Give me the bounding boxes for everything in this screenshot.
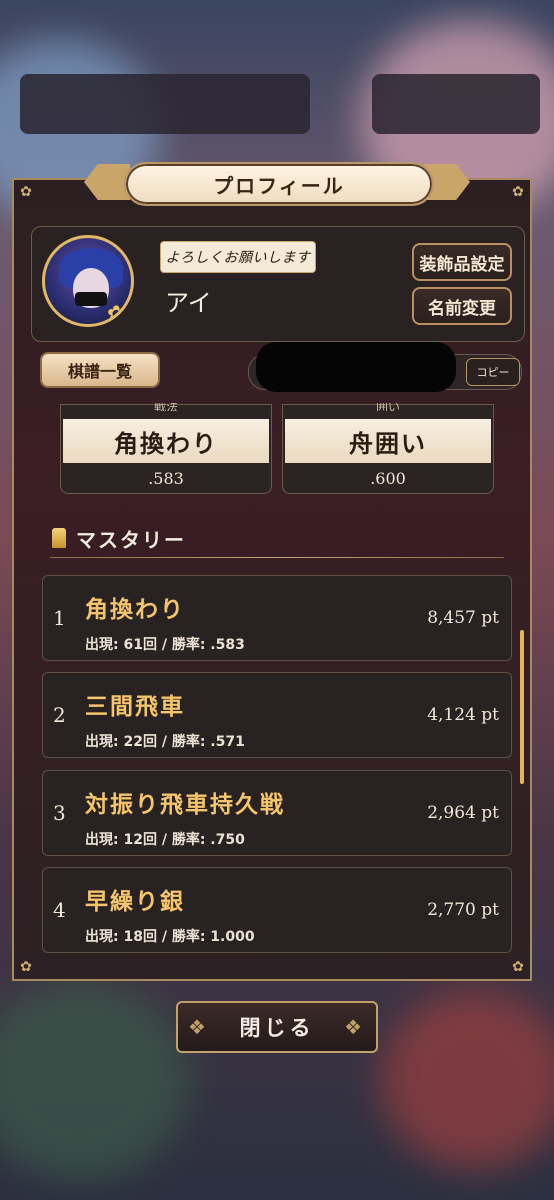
mastery-row[interactable]: 3 対振り飛車持久戦 出現: 12回 / 勝率: .750 2,964 pt xyxy=(42,770,512,856)
stat-label: 囲い xyxy=(375,403,400,411)
rename-button[interactable]: 名前変更 xyxy=(412,287,512,325)
mastery-points: 2,964 pt xyxy=(427,803,499,823)
mastery-points: 2,770 pt xyxy=(427,900,499,920)
divider xyxy=(50,557,504,558)
stat-castle: 囲い 舟囲い .600 xyxy=(282,403,494,494)
mastery-stats: 出現: 61回 / 勝率: .583 xyxy=(85,637,245,653)
ornament-icon: ❖ xyxy=(344,1015,366,1039)
player-name: アイ xyxy=(165,289,212,317)
mastery-name: 角換わり xyxy=(85,597,185,623)
mastery-medal-icon xyxy=(52,528,66,548)
top-profile-bar xyxy=(20,74,310,134)
decoration-settings-button[interactable]: 装飾品設定 xyxy=(412,243,512,281)
mastery-row[interactable]: 2 三間飛車 出現: 22回 / 勝率: .571 4,124 pt xyxy=(42,672,512,758)
motto-plate[interactable]: よろしくお願いします xyxy=(160,241,316,273)
mastery-stats: 出現: 18回 / 勝率: 1.000 xyxy=(85,929,255,945)
mastery-points: 4,124 pt xyxy=(427,705,499,725)
redacted-player-id xyxy=(256,342,456,392)
avatar[interactable]: ✿ xyxy=(42,235,134,327)
avatar-mask xyxy=(75,292,107,306)
stat-rate: .600 xyxy=(370,469,406,488)
stat-strategy: 戦法 角換わり .583 xyxy=(60,403,272,494)
mastery-name: 早繰り銀 xyxy=(85,889,185,915)
flower-ornament-icon: ✿ xyxy=(512,184,524,200)
copy-button[interactable]: コピー xyxy=(466,358,520,386)
stat-label: 戦法 xyxy=(153,403,178,411)
mastery-row[interactable]: 1 角換わり 出現: 61回 / 勝率: .583 8,457 pt xyxy=(42,575,512,661)
close-button[interactable]: ❖ 閉じる ❖ xyxy=(176,1001,378,1053)
close-button-label: 閉じる xyxy=(239,1016,315,1040)
stat-name: 舟囲い xyxy=(285,419,491,463)
stat-rate: .583 xyxy=(148,469,184,488)
kifu-list-button[interactable]: 棋譜一覧 xyxy=(40,352,160,388)
mastery-rank: 4 xyxy=(53,898,66,922)
ornament-icon: ❖ xyxy=(188,1015,210,1039)
mastery-stats: 出現: 22回 / 勝率: .571 xyxy=(85,734,245,750)
dialog-title: プロフィール xyxy=(124,162,434,206)
mastery-rank: 1 xyxy=(53,606,66,630)
mastery-stats: 出現: 12回 / 勝率: .750 xyxy=(85,832,245,848)
title-ribbon: プロフィール xyxy=(84,160,470,206)
mastery-points: 8,457 pt xyxy=(427,608,499,628)
mastery-name: 三間飛車 xyxy=(85,694,185,720)
scrollbar[interactable] xyxy=(520,630,524,784)
mastery-row[interactable]: 4 早繰り銀 出現: 18回 / 勝率: 1.000 2,770 pt xyxy=(42,867,512,953)
mastery-rank: 3 xyxy=(53,801,66,825)
flower-ornament-icon: ✿ xyxy=(512,959,524,975)
flower-ornament-icon: ✿ xyxy=(20,959,32,975)
flower-icon: ✿ xyxy=(107,302,126,327)
mastery-rank: 2 xyxy=(53,703,66,727)
stat-name: 角換わり xyxy=(63,419,269,463)
mastery-heading: マスタリー xyxy=(52,522,186,554)
player-card: ✿ よろしくお願いします アイ 装飾品設定 名前変更 xyxy=(31,226,525,342)
top-currency-bar xyxy=(372,74,540,134)
mastery-heading-label: マスタリー xyxy=(76,527,186,552)
mastery-name: 対振り飛車持久戦 xyxy=(85,792,285,818)
flower-ornament-icon: ✿ xyxy=(20,184,32,200)
